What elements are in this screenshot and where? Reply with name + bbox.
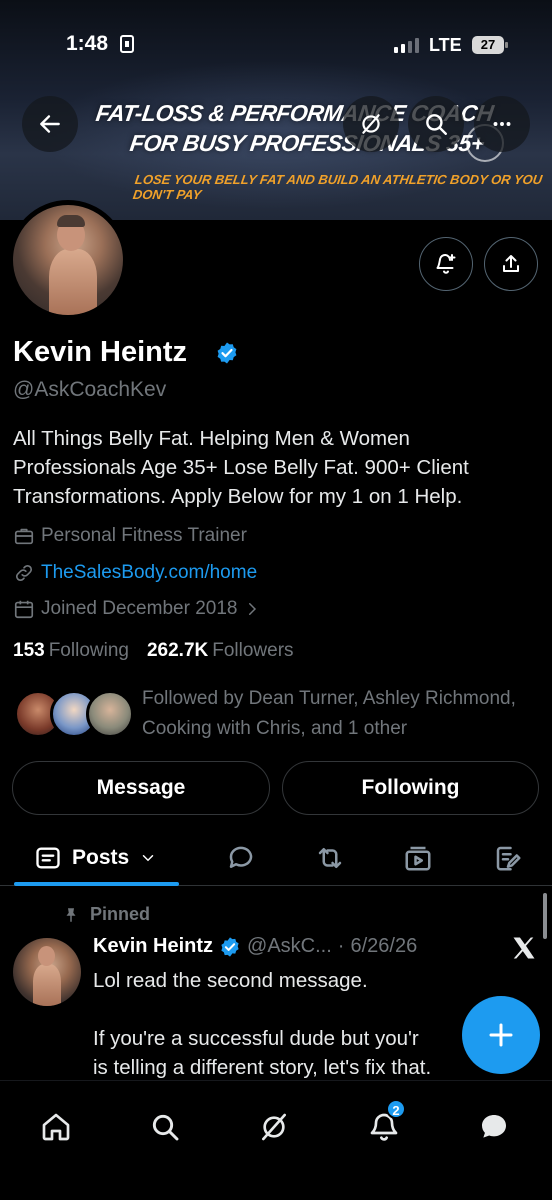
article-edit-icon	[496, 846, 521, 871]
avatar-head	[38, 946, 55, 966]
back-button[interactable]	[22, 96, 78, 152]
website-link[interactable]: TheSalesBody.com/home	[41, 562, 257, 584]
sim-icon	[120, 35, 134, 53]
repost-icon	[318, 848, 342, 868]
compose-post-button[interactable]	[462, 996, 540, 1074]
pin-icon	[66, 907, 76, 922]
profile-name: Kevin Heintz	[13, 336, 188, 368]
tab-posts-label: Posts	[72, 846, 130, 869]
media-play-icon	[405, 846, 431, 871]
message-button[interactable]: Message	[12, 761, 270, 815]
notify-button[interactable]	[419, 237, 473, 291]
post-date[interactable]: 6/26/26	[350, 935, 417, 958]
calendar-icon	[14, 600, 34, 619]
back-arrow-icon	[40, 115, 60, 133]
bottom-navigation: 2	[0, 1080, 552, 1200]
profile-avatar[interactable]	[8, 200, 128, 320]
post-header: Kevin Heintz @AskC... · 6/26/26	[93, 935, 417, 958]
avatar-figure	[49, 249, 97, 315]
following-count: 153	[13, 640, 45, 661]
followers-label: Followers	[212, 640, 294, 661]
post-author-name[interactable]: Kevin Heintz	[93, 935, 213, 958]
following-button[interactable]: Following	[282, 761, 539, 815]
home-icon	[42, 1113, 70, 1141]
followed-by-text[interactable]: Followed by Dean Turner, Ashley Richmond…	[142, 684, 542, 744]
post-text[interactable]: Lol read the second message. If you're a…	[93, 966, 493, 1082]
profile-category: Personal Fitness Trainer	[13, 525, 247, 547]
bell-plus-icon	[436, 254, 456, 274]
post-author-handle: @AskC...	[247, 935, 332, 957]
profile-bio: All Things Belly Fat. Helping Men & Wome…	[13, 427, 469, 508]
followed-by-avatars[interactable]	[14, 690, 134, 740]
avatar-figure	[33, 964, 61, 1006]
follower-avatar	[86, 690, 134, 738]
reply-bubble-icon	[229, 846, 253, 868]
profile-tabs: Posts	[0, 830, 552, 886]
followers-stat[interactable]: 262.7K Followers	[147, 640, 294, 662]
scrollbar[interactable]	[543, 893, 547, 939]
post-author-avatar[interactable]	[13, 938, 81, 1006]
plus-icon	[489, 1023, 513, 1047]
profile-handle: @AskCoachKev	[13, 378, 167, 401]
more-options-button[interactable]	[474, 96, 530, 152]
avatar-hair	[57, 215, 85, 227]
posts-list-icon	[36, 847, 60, 869]
profile-website[interactable]: TheSalesBody.com/home	[13, 562, 257, 584]
message-bubble-icon	[482, 1115, 506, 1138]
follow-stats: 153 Following 262.7K Followers	[13, 640, 294, 662]
pinned-label: Pinned	[90, 904, 151, 924]
search-button[interactable]	[408, 96, 464, 152]
pinned-indicator: Pinned	[62, 904, 150, 925]
following-label: Following	[48, 640, 129, 661]
notifications-badge: 2	[386, 1099, 406, 1119]
chevron-down-icon	[142, 855, 154, 862]
status-time: 1:48	[66, 32, 109, 55]
banner-tagline: LOSE YOUR BELLY FAT AND BUILD AN ATHLETI…	[131, 172, 544, 202]
tab-replies[interactable]	[223, 830, 259, 886]
x-logo-icon[interactable]	[510, 934, 538, 962]
battery-icon: 27	[472, 36, 508, 54]
link-icon	[15, 564, 33, 582]
grok-button[interactable]	[343, 96, 399, 152]
search-icon	[426, 114, 447, 135]
network-label: LTE	[429, 35, 462, 55]
grok-icon	[362, 114, 380, 134]
followers-count: 262.7K	[146, 640, 209, 661]
chevron-right-icon	[249, 603, 257, 615]
profile-joined[interactable]: Joined December 2018	[13, 598, 261, 620]
nav-grok[interactable]	[250, 1103, 298, 1151]
tab-posts[interactable]: Posts	[34, 830, 157, 886]
joined-label: Joined December 2018	[41, 598, 238, 619]
post-separator: ·	[337, 935, 345, 957]
active-tab-indicator	[14, 882, 179, 886]
tab-reposts[interactable]	[312, 830, 348, 886]
share-button[interactable]	[484, 237, 538, 291]
nav-notifications[interactable]: 2	[360, 1099, 408, 1151]
search-icon	[152, 1114, 179, 1141]
tab-media[interactable]	[400, 830, 436, 886]
nav-messages[interactable]	[470, 1103, 518, 1151]
category-label: Personal Fitness Trainer	[41, 525, 247, 546]
share-icon	[503, 255, 519, 272]
briefcase-icon	[14, 528, 34, 545]
verified-badge-icon[interactable]	[215, 341, 239, 365]
tab-articles[interactable]	[490, 830, 526, 886]
nav-search[interactable]	[141, 1103, 189, 1151]
verified-badge-icon	[221, 936, 239, 957]
nav-home[interactable]	[32, 1103, 80, 1151]
grok-icon	[262, 1113, 286, 1141]
signal-icon	[394, 38, 419, 53]
following-stat[interactable]: 153 Following	[13, 640, 129, 662]
more-dots-icon	[493, 122, 511, 126]
